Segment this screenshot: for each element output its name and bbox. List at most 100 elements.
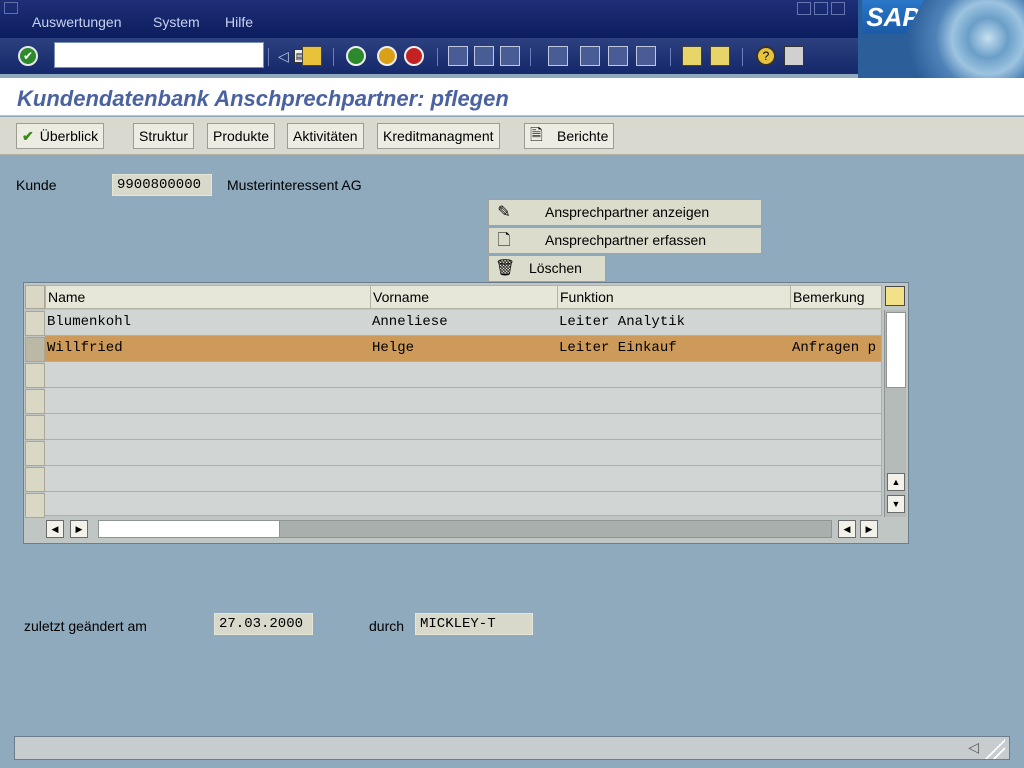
cell-empty[interactable] — [370, 414, 558, 440]
maximize-icon[interactable] — [814, 2, 828, 15]
by-label: durch — [369, 618, 405, 634]
cell-empty[interactable] — [370, 466, 558, 492]
enter-icon[interactable]: ✔ — [18, 46, 38, 66]
layout-menu-icon[interactable] — [784, 46, 804, 66]
cell-bemerkung[interactable]: Anfragen p — [790, 336, 882, 362]
help-icon[interactable]: ? — [756, 46, 776, 66]
cell-name[interactable]: Willfried — [45, 336, 371, 362]
close-icon[interactable] — [831, 2, 845, 15]
menu-system[interactable]: System — [153, 14, 200, 30]
col-header-bemerkung[interactable]: Bemerkung — [790, 285, 882, 309]
produkte-button[interactable]: Produkte — [207, 123, 276, 149]
cell-empty[interactable] — [45, 414, 371, 440]
cell-empty[interactable] — [557, 414, 791, 440]
col-header-funktion[interactable]: Funktion — [557, 285, 791, 309]
scroll-down-icon[interactable]: ▼ — [887, 495, 905, 513]
cell-vorname[interactable]: Helge — [370, 336, 558, 362]
cell-empty[interactable] — [45, 466, 371, 492]
row-selector[interactable] — [25, 467, 45, 492]
vertical-scrollbar[interactable]: ▲ ▼ — [884, 310, 906, 517]
row-selector[interactable] — [25, 493, 45, 518]
scroll-right-icon[interactable]: ▶ — [70, 520, 88, 538]
cell-vorname[interactable]: Anneliese — [370, 310, 558, 336]
find-icon[interactable] — [474, 46, 494, 66]
cell-empty[interactable] — [557, 388, 791, 414]
save-icon[interactable] — [302, 46, 322, 66]
row-selector[interactable] — [25, 311, 45, 336]
cell-empty[interactable] — [557, 466, 791, 492]
ueberblick-button[interactable]: ✔ Überblick — [16, 123, 105, 149]
create-contact-button[interactable]: 🗋 Ansprechpartner erfassen — [488, 227, 762, 254]
cell-empty[interactable] — [790, 388, 882, 414]
resize-grip-icon[interactable] — [985, 739, 1005, 759]
cell-empty[interactable] — [557, 440, 791, 466]
previous-page-icon[interactable] — [580, 46, 600, 66]
cell-empty[interactable] — [370, 362, 558, 388]
first-page-icon[interactable] — [548, 46, 568, 66]
cell-funktion[interactable]: Leiter Analytik — [557, 310, 791, 336]
horizontal-scrollbar[interactable]: ◀ ▶ ◀ ▶ — [46, 519, 882, 539]
edit-icon: ✎ — [497, 204, 511, 221]
cell-empty[interactable] — [790, 466, 882, 492]
menu-hilfe[interactable]: Hilfe — [225, 14, 253, 30]
berichte-button[interactable]: 🗎 Berichte — [524, 123, 615, 149]
row-selector[interactable] — [25, 337, 45, 362]
cell-empty[interactable] — [45, 388, 371, 414]
status-expand-icon[interactable]: ◁ — [968, 739, 979, 756]
cell-empty[interactable] — [790, 362, 882, 388]
collapse-icon[interactable]: ◁ — [278, 48, 289, 65]
cell-empty[interactable] — [45, 440, 371, 466]
find-next-icon[interactable] — [500, 46, 520, 66]
system-menu-icon[interactable] — [4, 2, 18, 14]
cell-empty[interactable] — [370, 440, 558, 466]
col-header-vorname[interactable]: Vorname — [370, 285, 558, 309]
cell-empty[interactable] — [790, 492, 882, 516]
create-session-icon[interactable] — [682, 46, 702, 66]
select-all-rows[interactable] — [25, 285, 45, 309]
cell-empty[interactable] — [557, 492, 791, 516]
table-settings-icon[interactable] — [885, 286, 905, 306]
vertical-scroll-thumb[interactable] — [886, 312, 906, 388]
cell-empty[interactable] — [370, 492, 558, 516]
separator — [333, 48, 334, 66]
create-contact-label: Ansprechpartner erfassen — [545, 232, 707, 248]
cell-bemerkung[interactable] — [790, 310, 882, 336]
status-bar: ◁ — [14, 736, 1010, 760]
print-icon[interactable] — [448, 46, 468, 66]
show-contact-button[interactable]: ✎ Ansprechpartner anzeigen — [488, 199, 762, 226]
shortcut-icon[interactable] — [710, 46, 730, 66]
cell-empty[interactable] — [45, 492, 371, 516]
command-field[interactable]: ▤ — [54, 42, 306, 68]
cell-funktion[interactable]: Leiter Einkauf — [557, 336, 791, 362]
minimize-icon[interactable] — [797, 2, 811, 15]
col-header-name[interactable]: Name — [45, 285, 371, 309]
cell-empty[interactable] — [790, 414, 882, 440]
back-icon[interactable] — [346, 46, 366, 66]
scroll-up-icon[interactable]: ▲ — [887, 473, 905, 491]
aktivitaeten-button[interactable]: Aktivitäten — [287, 123, 364, 149]
delete-button[interactable]: 🗑 Löschen — [488, 255, 606, 282]
menu-auswertungen[interactable]: Auswertungen — [32, 14, 122, 30]
row-selector[interactable] — [25, 363, 45, 388]
cell-empty[interactable] — [790, 440, 882, 466]
scroll-right-end-icon[interactable]: ▶ — [860, 520, 878, 538]
scroll-left-end-icon[interactable]: ◀ — [838, 520, 856, 538]
scroll-left-icon[interactable]: ◀ — [46, 520, 64, 538]
next-page-icon[interactable] — [608, 46, 628, 66]
sap-logo-area: SAP — [858, 0, 1024, 78]
struktur-button[interactable]: Struktur — [133, 123, 195, 149]
cell-empty[interactable] — [370, 388, 558, 414]
horizontal-scroll-thumb[interactable] — [98, 520, 280, 538]
row-selector[interactable] — [25, 441, 45, 466]
last-page-icon[interactable] — [636, 46, 656, 66]
page-title: Kundendatenbank Anschprechpartner: pfleg… — [17, 86, 509, 111]
cell-empty[interactable] — [45, 362, 371, 388]
row-selector[interactable] — [25, 389, 45, 414]
cancel-icon[interactable] — [404, 46, 424, 66]
kreditmanagment-button[interactable]: Kreditmanagment — [377, 123, 500, 149]
cell-empty[interactable] — [557, 362, 791, 388]
row-selector[interactable] — [25, 415, 45, 440]
cell-name[interactable]: Blumenkohl — [45, 310, 371, 336]
customer-name: Musterinteressent AG — [227, 177, 362, 193]
exit-icon[interactable] — [377, 46, 397, 66]
